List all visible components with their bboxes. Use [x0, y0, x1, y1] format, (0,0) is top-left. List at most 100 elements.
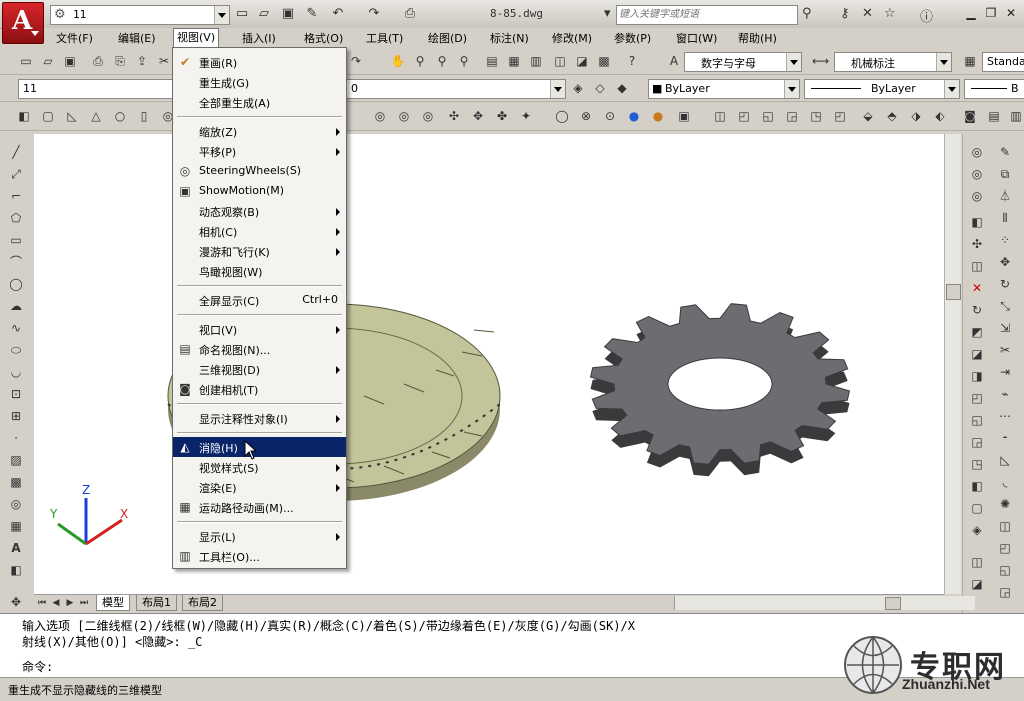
- erase-tool-icon[interactable]: ✎: [997, 144, 1013, 160]
- prev-tab-icon[interactable]: ◀: [50, 595, 62, 611]
- array-icon[interactable]: ⁘: [997, 232, 1013, 248]
- subtract-icon[interactable]: ◎: [969, 166, 985, 182]
- color-combo[interactable]: ■ ByLayer: [648, 79, 800, 99]
- 3d-move-icon[interactable]: ✣: [446, 108, 462, 124]
- application-menu-button[interactable]: A: [2, 2, 44, 44]
- layer-state-combo[interactable]: 0: [346, 79, 566, 99]
- layer-combo[interactable]: 11: [18, 79, 174, 99]
- cut-icon[interactable]: ✂: [156, 53, 172, 69]
- help-search-input[interactable]: [617, 6, 797, 22]
- sheet-set-icon[interactable]: ◫: [552, 53, 568, 69]
- redo-icon[interactable]: ↷: [366, 6, 382, 22]
- 2d-wireframe-icon[interactable]: ◯: [554, 108, 570, 124]
- view-menu-viewports[interactable]: 视口(V): [173, 319, 346, 339]
- tab-layout1[interactable]: 布局1: [136, 595, 177, 611]
- zoom-window-icon[interactable]: ⚲: [434, 53, 450, 69]
- menu-window[interactable]: 窗口(W): [676, 30, 717, 46]
- trim-icon[interactable]: ✂: [997, 342, 1013, 358]
- hatch-icon[interactable]: ▨: [8, 452, 24, 468]
- save-icon[interactable]: ▣: [62, 53, 78, 69]
- view-menu-showmotion[interactable]: ▣ ShowMotion(M): [173, 181, 346, 201]
- new-icon[interactable]: ▭: [18, 53, 34, 69]
- minimize-window-button[interactable]: ▁: [962, 4, 980, 22]
- stretch-icon[interactable]: ⇲: [997, 320, 1013, 336]
- help-icon[interactable]: ⓘ: [920, 6, 933, 25]
- horizontal-scrollbar[interactable]: [674, 596, 975, 610]
- camera-icon[interactable]: ◙: [962, 108, 978, 124]
- chevron-down-icon[interactable]: [214, 6, 229, 24]
- view-menu-motion-path[interactable]: ▦ 运动路径动画(M)...: [173, 497, 346, 517]
- join-icon[interactable]: ⁃: [997, 430, 1013, 446]
- offset-faces-icon[interactable]: ◫: [969, 258, 985, 274]
- save-icon[interactable]: ▣: [280, 6, 296, 22]
- menu-draw[interactable]: 绘图(D): [428, 30, 467, 46]
- ne-iso-icon[interactable]: ⬗: [908, 108, 924, 124]
- se-iso-icon[interactable]: ⬘: [884, 108, 900, 124]
- scroll-thumb[interactable]: [885, 597, 901, 610]
- cone-icon[interactable]: △: [88, 108, 104, 124]
- dim-style-icon[interactable]: ⟷: [812, 53, 829, 69]
- chevron-down-icon[interactable]: [784, 80, 799, 98]
- favorites-star-icon[interactable]: ☆: [884, 6, 896, 21]
- last-tab-icon[interactable]: ⏭: [78, 595, 90, 611]
- menu-format[interactable]: 格式(O): [304, 30, 343, 46]
- manage-visual-styles-icon[interactable]: ▣: [676, 108, 692, 124]
- view-menu-clean-screen[interactable]: 全屏显示(C) Ctrl+0: [173, 290, 346, 310]
- make-block-icon[interactable]: ⊞: [8, 408, 24, 424]
- 3d-align-icon[interactable]: ✤: [494, 108, 510, 124]
- color-edges-icon[interactable]: ◱: [969, 412, 985, 428]
- move-faces-icon[interactable]: ✣: [969, 236, 985, 252]
- view-menu-pan[interactable]: 平移(P): [173, 141, 346, 161]
- copy-icon[interactable]: ⧉: [997, 166, 1013, 182]
- chevron-down-icon[interactable]: [550, 80, 565, 98]
- menu-modify[interactable]: 修改(M): [552, 30, 592, 46]
- 3d-hidden-icon[interactable]: ⊙: [602, 108, 618, 124]
- zoom-previous-icon[interactable]: ⚲: [456, 53, 472, 69]
- view-back-icon[interactable]: ◰: [832, 108, 848, 124]
- add-selected-icon[interactable]: ◧: [8, 562, 24, 578]
- help-icon[interactable]: ?: [624, 53, 640, 69]
- restore-window-button[interactable]: ❐: [982, 4, 1000, 22]
- publish-icon[interactable]: ⇪: [134, 53, 150, 69]
- make-current-layer-icon[interactable]: ◈: [570, 80, 586, 96]
- layer-off-icon[interactable]: ◲: [997, 584, 1013, 600]
- nw-iso-icon[interactable]: ⬖: [932, 108, 948, 124]
- view-menu-walk-fly[interactable]: 漫游和飞行(K): [173, 241, 346, 261]
- polysolid-icon[interactable]: ◧: [16, 108, 32, 124]
- menu-help[interactable]: 帮助(H): [738, 30, 777, 46]
- help-search-box[interactable]: [616, 5, 798, 25]
- first-tab-icon[interactable]: ⏮: [36, 595, 48, 611]
- fillet-icon[interactable]: ◟: [997, 474, 1013, 490]
- conceptual-icon[interactable]: ●: [650, 108, 666, 124]
- region-icon[interactable]: ◎: [8, 496, 24, 512]
- nav-pan-icon[interactable]: ✥: [8, 594, 24, 610]
- union-icon[interactable]: ◎: [372, 108, 388, 124]
- clean-icon[interactable]: ◳: [969, 456, 985, 472]
- menu-dimension[interactable]: 标注(N): [490, 30, 529, 46]
- next-tab-icon[interactable]: ▶: [64, 595, 76, 611]
- multiline-text-icon[interactable]: A: [8, 540, 24, 556]
- delete-faces-icon[interactable]: ✕: [969, 280, 985, 296]
- point-icon[interactable]: ·: [8, 430, 24, 446]
- view-menu-toolbars[interactable]: ▥ 工具栏(O)...: [173, 546, 346, 566]
- key-icon[interactable]: ⚷: [840, 6, 850, 21]
- close-window-button[interactable]: ✕: [1002, 4, 1020, 22]
- plot-preview-icon[interactable]: ⎘: [112, 53, 128, 69]
- menu-tools[interactable]: 工具(T): [366, 30, 403, 46]
- redo-icon[interactable]: ↷: [348, 53, 364, 69]
- save-as-icon[interactable]: ✎: [304, 6, 320, 22]
- sw-iso-icon[interactable]: ⬙: [860, 108, 876, 124]
- open-folder-icon[interactable]: ▱: [256, 6, 272, 22]
- view-manager-icon[interactable]: ▤: [986, 108, 1002, 124]
- view-menu-redraw[interactable]: ✔ 重画(R): [173, 52, 346, 72]
- view-menu-annotative-objects[interactable]: 显示注释性对象(I): [173, 408, 346, 428]
- scroll-thumb[interactable]: [946, 284, 961, 300]
- view-menu-regen-all[interactable]: 全部重生成(A): [173, 92, 346, 112]
- zoom-realtime-icon[interactable]: ⚲: [412, 53, 428, 69]
- pan-hand-icon[interactable]: ✋: [390, 53, 406, 69]
- view-bottom-icon[interactable]: ◳: [808, 108, 824, 124]
- realistic-icon[interactable]: ●: [626, 108, 642, 124]
- menu-edit[interactable]: 编辑(E): [118, 30, 156, 46]
- plot-icon[interactable]: ⎙: [90, 53, 106, 69]
- more-views-icon[interactable]: ▥: [1008, 108, 1024, 124]
